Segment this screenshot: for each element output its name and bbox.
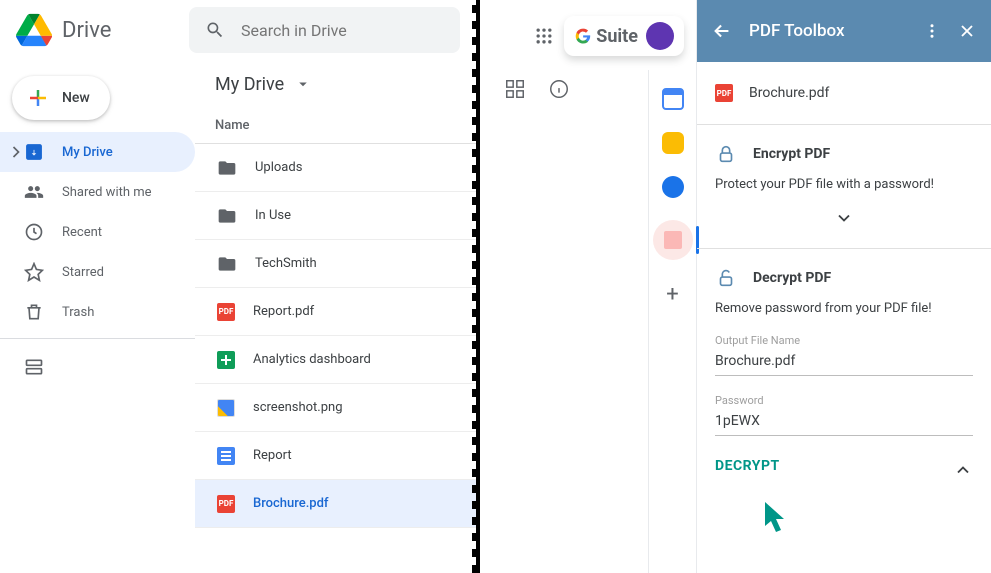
drive-sidebar: New My Drive Shared with me Recent Starred T… bbox=[0, 60, 195, 573]
encrypt-section[interactable]: Encrypt PDF Protect your PDF file with a… bbox=[697, 124, 991, 248]
pdf-toolbox-app-icon[interactable] bbox=[653, 220, 693, 260]
image-icon bbox=[217, 399, 235, 417]
decrypt-title: Decrypt PDF bbox=[753, 270, 831, 286]
folder-icon bbox=[217, 254, 237, 274]
tasks-app-icon[interactable] bbox=[662, 176, 684, 198]
shared-icon bbox=[24, 182, 44, 202]
toolbox-header: PDF Toolbox bbox=[697, 0, 991, 62]
add-app-icon[interactable]: + bbox=[666, 282, 678, 307]
search-input[interactable] bbox=[241, 21, 444, 40]
file-list: Uploads In Use TechSmith PDF Report.pdf Analy… bbox=[195, 144, 476, 573]
pdf-icon: PDF bbox=[217, 495, 235, 513]
file-name: screenshot.png bbox=[253, 400, 343, 415]
file-name: Report bbox=[253, 448, 292, 463]
nav-label: Starred bbox=[62, 265, 104, 280]
sheets-icon bbox=[217, 351, 235, 369]
nav-label: Recent bbox=[62, 225, 102, 240]
chevron-right-icon bbox=[6, 142, 26, 162]
drive-icon bbox=[16, 12, 52, 48]
encrypt-desc: Protect your PDF file with a password! bbox=[715, 177, 973, 192]
drive-window: Drive New My Drive Shared with me Recent St… bbox=[0, 0, 480, 573]
gsuite-badge[interactable]: Suite bbox=[564, 16, 684, 56]
file-row[interactable]: In Use bbox=[195, 192, 476, 240]
nav-item-trash[interactable]: Trash bbox=[0, 292, 195, 332]
decrypt-desc: Remove password from your PDF file! bbox=[715, 301, 973, 316]
file-row[interactable]: PDF Report.pdf bbox=[195, 288, 476, 336]
recent-icon bbox=[24, 222, 44, 242]
search-bar[interactable] bbox=[189, 7, 460, 53]
nav-item-shared[interactable]: Shared with me bbox=[0, 172, 195, 212]
keep-app-icon[interactable] bbox=[662, 132, 684, 154]
file-row[interactable]: Report bbox=[195, 432, 476, 480]
drive-title: Drive bbox=[62, 18, 111, 43]
folder-icon bbox=[217, 158, 237, 178]
pdf-toolbox-panel: PDF Toolbox PDF Brochure.pdf Encrypt PDF… bbox=[696, 0, 991, 573]
toolbox-title: PDF Toolbox bbox=[749, 21, 907, 41]
file-name: TechSmith bbox=[255, 256, 317, 271]
file-name: Uploads bbox=[255, 160, 302, 175]
calendar-app-icon[interactable] bbox=[662, 88, 684, 110]
file-name: In Use bbox=[255, 208, 291, 223]
google-g-icon bbox=[574, 27, 592, 45]
drive-secondary-area: Suite + bbox=[480, 0, 696, 573]
file-row[interactable]: Analytics dashboard bbox=[195, 336, 476, 384]
file-name: Brochure.pdf bbox=[253, 496, 329, 511]
selected-file-row: PDF Brochure.pdf bbox=[697, 62, 991, 124]
selected-file-name: Brochure.pdf bbox=[749, 85, 829, 101]
nav-label: Shared with me bbox=[62, 185, 152, 200]
decrypt-button[interactable]: DECRYPT bbox=[715, 458, 973, 474]
collapse-decrypt-icon[interactable] bbox=[953, 460, 973, 480]
file-name: Analytics dashboard bbox=[253, 352, 371, 367]
folder-icon bbox=[217, 206, 237, 226]
expand-encrypt-icon[interactable] bbox=[715, 208, 973, 228]
grid-view-icon[interactable] bbox=[504, 78, 526, 100]
column-name-header[interactable]: Name bbox=[195, 108, 476, 144]
docs-icon bbox=[217, 447, 235, 465]
file-row[interactable]: Uploads bbox=[195, 144, 476, 192]
lock-icon bbox=[715, 143, 737, 165]
password-label: Password bbox=[715, 394, 973, 407]
file-row[interactable]: screenshot.png bbox=[195, 384, 476, 432]
output-filename-label: Output File Name bbox=[715, 334, 973, 347]
encrypt-title: Encrypt PDF bbox=[753, 146, 830, 162]
drive-logo[interactable]: Drive bbox=[16, 12, 179, 48]
nav-label: My Drive bbox=[62, 145, 113, 160]
starred-icon bbox=[24, 262, 44, 282]
file-name: Report.pdf bbox=[253, 304, 314, 319]
info-icon[interactable] bbox=[548, 78, 570, 100]
new-button[interactable]: New bbox=[12, 76, 110, 120]
new-label: New bbox=[62, 90, 90, 106]
search-icon bbox=[205, 20, 225, 40]
apps-grid-icon[interactable] bbox=[534, 26, 554, 46]
my-drive-icon bbox=[24, 142, 44, 162]
drive-main: My Drive Name Uploads In Use TechSmith PDF R… bbox=[195, 60, 476, 573]
breadcrumb-current[interactable]: My Drive bbox=[215, 74, 284, 95]
plus-icon bbox=[26, 86, 50, 110]
pdf-icon: PDF bbox=[715, 84, 733, 102]
unlock-icon bbox=[715, 267, 737, 289]
decrypt-section: Decrypt PDF Remove password from your PD… bbox=[697, 248, 991, 494]
breadcrumb-dropdown-icon[interactable] bbox=[294, 75, 312, 93]
trash-icon bbox=[24, 302, 44, 322]
file-row[interactable]: PDF Brochure.pdf bbox=[195, 480, 476, 528]
pdf-icon: PDF bbox=[217, 303, 235, 321]
file-row[interactable]: TechSmith bbox=[195, 240, 476, 288]
storage-quota-icon[interactable] bbox=[0, 345, 195, 393]
more-icon[interactable] bbox=[923, 22, 941, 40]
output-filename-input[interactable]: Brochure.pdf bbox=[715, 347, 973, 376]
close-icon[interactable] bbox=[957, 21, 977, 41]
password-input[interactable]: 1pEWX bbox=[715, 407, 973, 436]
nav-item-starred[interactable]: Starred bbox=[0, 252, 195, 292]
nav-item-my-drive[interactable]: My Drive bbox=[0, 132, 195, 172]
nav-item-recent[interactable]: Recent bbox=[0, 212, 195, 252]
back-icon[interactable] bbox=[711, 20, 733, 42]
side-apps-rail: + bbox=[648, 70, 696, 573]
nav-label: Trash bbox=[62, 305, 94, 320]
publisher-avatar bbox=[646, 22, 674, 50]
